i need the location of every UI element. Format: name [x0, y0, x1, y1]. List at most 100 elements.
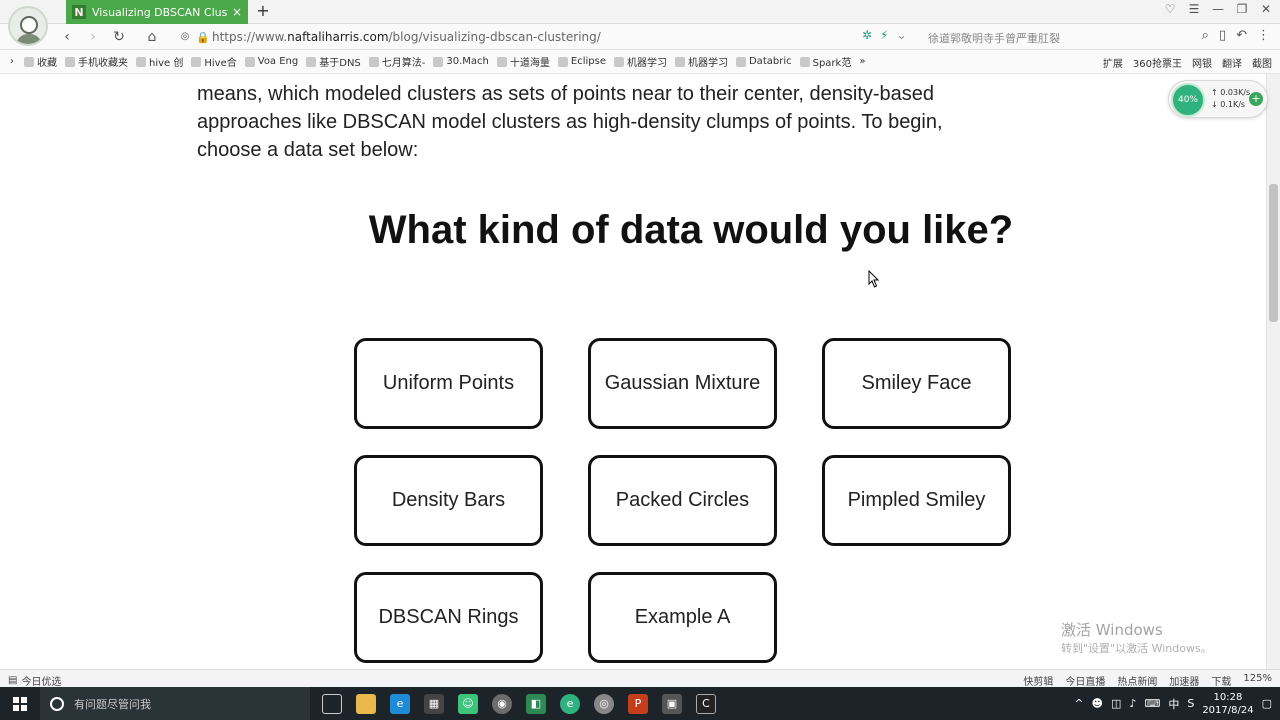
- download-button[interactable]: 下载: [1211, 673, 1231, 688]
- address-bar[interactable]: 🔒 https://www. naftaliharris.com /blog/v…: [196, 26, 936, 48]
- bookmark-item[interactable]: 十道海量: [496, 54, 550, 69]
- profile-avatar[interactable]: [8, 6, 48, 46]
- bookmark-item[interactable]: Databric: [735, 56, 792, 67]
- menu-icon[interactable]: ☰: [1186, 2, 1202, 16]
- bookmark-item[interactable]: 基于DNS: [306, 54, 361, 69]
- translate-button[interactable]: 翻译: [1222, 55, 1242, 70]
- dataset-uniform-points-button[interactable]: Uniform Points: [354, 338, 543, 429]
- favorite-icon[interactable]: ♡: [1162, 2, 1178, 16]
- page-icon: [557, 56, 568, 67]
- bookmark-item[interactable]: 机器学习: [613, 54, 667, 69]
- bookmarks-toggle-icon[interactable]: ›: [10, 56, 14, 67]
- bookmark-item[interactable]: 手机收藏夹: [65, 54, 128, 69]
- volume-icon[interactable]: ♪: [1129, 697, 1136, 710]
- bookmark-item[interactable]: Hive合: [191, 54, 237, 69]
- dataset-smiley-face-button[interactable]: Smiley Face: [822, 338, 1011, 429]
- dataset-gaussian-mixture-button[interactable]: Gaussian Mixture: [588, 338, 777, 429]
- screenshot-button[interactable]: 截图: [1252, 55, 1272, 70]
- site-info-icon[interactable]: ◎: [176, 28, 194, 46]
- notifications-icon[interactable]: ▢: [1262, 697, 1272, 710]
- extensions-button[interactable]: 扩展: [1103, 55, 1123, 70]
- bookmark-label: 机器学习: [687, 58, 728, 69]
- ime-indicator[interactable]: 中: [1168, 696, 1179, 712]
- mobile-icon[interactable]: ▯: [1219, 28, 1226, 43]
- activation-watermark-title: 激活 Windows: [1061, 621, 1163, 639]
- dataset-pimpled-smiley-button[interactable]: Pimpled Smiley: [822, 455, 1011, 546]
- browser-tab-active[interactable]: N Visualizing DBSCAN Clusteri ×: [66, 0, 248, 24]
- forward-arrow-icon[interactable]: ›: [84, 28, 102, 46]
- network-icon[interactable]: ◫: [1111, 697, 1121, 710]
- dataset-example-a-button[interactable]: Example A: [588, 572, 777, 663]
- upload-rate: 0.03K/s: [1220, 88, 1251, 97]
- maximize-button[interactable]: ❐: [1234, 2, 1250, 16]
- bookmark-item[interactable]: 机器学习: [674, 54, 728, 69]
- bookmark-label: Databric: [748, 56, 792, 67]
- tray-app-icon[interactable]: ☻: [1092, 697, 1103, 710]
- accelerator-button[interactable]: 加速器: [1169, 673, 1199, 688]
- clock-date: 2017/8/24: [1202, 704, 1254, 716]
- file-explorer-icon[interactable]: [356, 693, 376, 714]
- dropdown-chevron-icon[interactable]: ⌄: [897, 28, 907, 42]
- bookmark-item[interactable]: 收藏: [24, 54, 57, 69]
- chrome-icon[interactable]: ◉: [492, 693, 512, 714]
- search-icon[interactable]: ⌕: [1202, 28, 1209, 43]
- browser-tab-bar: N Visualizing DBSCAN Clusteri × + ♡ ☰ — …: [0, 0, 1280, 46]
- powerpoint-icon[interactable]: P: [628, 693, 648, 714]
- live-button[interactable]: 今日直播: [1065, 673, 1105, 688]
- keyboard-icon[interactable]: ⌨: [1144, 697, 1160, 710]
- minimize-button[interactable]: —: [1210, 2, 1226, 16]
- tab-close-icon[interactable]: ×: [232, 5, 242, 19]
- quick-clip-button[interactable]: 快剪辑: [1023, 673, 1053, 688]
- bookmark-label: 收藏: [37, 58, 57, 69]
- dataset-dbscan-rings-button[interactable]: DBSCAN Rings: [354, 572, 543, 663]
- dataset-packed-circles-button[interactable]: Packed Circles: [588, 455, 777, 546]
- speed-mode-icon[interactable]: ⚡: [880, 28, 888, 42]
- store-icon[interactable]: ▦: [424, 693, 444, 714]
- menu-dots-icon[interactable]: ⋮: [1257, 28, 1270, 43]
- taskbar-clock[interactable]: 10:28 2017/8/24: [1202, 691, 1253, 717]
- bank-button[interactable]: 网银: [1192, 55, 1212, 70]
- bookmark-label: 七月算法-: [381, 58, 426, 69]
- bookmark-item[interactable]: Spark范: [799, 54, 851, 69]
- tray-expand-icon[interactable]: ^: [1074, 697, 1083, 710]
- terminal-icon[interactable]: C: [696, 693, 716, 714]
- media-icon[interactable]: ◎: [594, 693, 614, 714]
- back-arrow-icon[interactable]: ‹: [58, 28, 76, 46]
- compat-mode-icon[interactable]: ✲: [862, 28, 872, 42]
- ticket-button[interactable]: 360抢票王: [1133, 55, 1182, 70]
- browser-360-icon[interactable]: e: [560, 693, 580, 714]
- scrollbar-thumb[interactable]: [1269, 184, 1278, 322]
- page-scrollbar[interactable]: [1266, 74, 1280, 669]
- bookmark-label: 手机收藏夹: [78, 58, 128, 69]
- bookmark-item[interactable]: hive 创: [136, 54, 183, 69]
- home-icon[interactable]: ⌂: [143, 28, 161, 46]
- bookmark-label: 十道海量: [509, 58, 550, 69]
- network-speed-widget[interactable]: 40% ↑ 0.03K/s ↓ 0.1K/s +: [1168, 80, 1268, 118]
- pycharm-icon[interactable]: ◧: [526, 693, 546, 714]
- reload-icon[interactable]: ↻: [110, 28, 128, 46]
- wechat-icon[interactable]: ☺: [458, 693, 478, 714]
- bookmark-item[interactable]: Voa Eng: [244, 56, 298, 67]
- hot-news-button[interactable]: 热点新闻: [1117, 673, 1157, 688]
- bookmark-item[interactable]: 30.Mach: [433, 56, 489, 67]
- recommend-icon: ▤: [8, 675, 18, 686]
- new-tab-button[interactable]: +: [254, 2, 272, 20]
- bookmark-item[interactable]: Eclipse: [557, 56, 606, 67]
- status-left[interactable]: ▤ 今日优选: [8, 673, 61, 688]
- search-box-hint[interactable]: 徐道郭敬明寺手曾严重肛裂: [928, 30, 1158, 46]
- edge-icon[interactable]: e: [390, 693, 410, 714]
- taskbar-search[interactable]: 有问题尽管问我: [40, 687, 310, 720]
- ime-mode-icon[interactable]: S: [1187, 697, 1194, 710]
- dataset-density-bars-button[interactable]: Density Bars: [354, 455, 543, 546]
- close-window-button[interactable]: ✕: [1258, 2, 1274, 16]
- speed-boost-icon[interactable]: +: [1249, 92, 1263, 106]
- undo-icon[interactable]: ↶: [1236, 28, 1247, 43]
- start-button[interactable]: [0, 687, 40, 720]
- site-favicon-icon: N: [72, 5, 86, 19]
- bookmarks-bar: › 收藏 手机收藏夹 hive 创 Hive合 Voa Eng 基于DNS 七月…: [0, 50, 1280, 74]
- app-window-icon[interactable]: ▣: [662, 693, 682, 714]
- bookmarks-more[interactable]: »: [859, 56, 865, 67]
- zoom-level[interactable]: 125%: [1243, 673, 1272, 688]
- task-view-icon[interactable]: [322, 693, 342, 714]
- bookmark-item[interactable]: 七月算法-: [368, 54, 426, 69]
